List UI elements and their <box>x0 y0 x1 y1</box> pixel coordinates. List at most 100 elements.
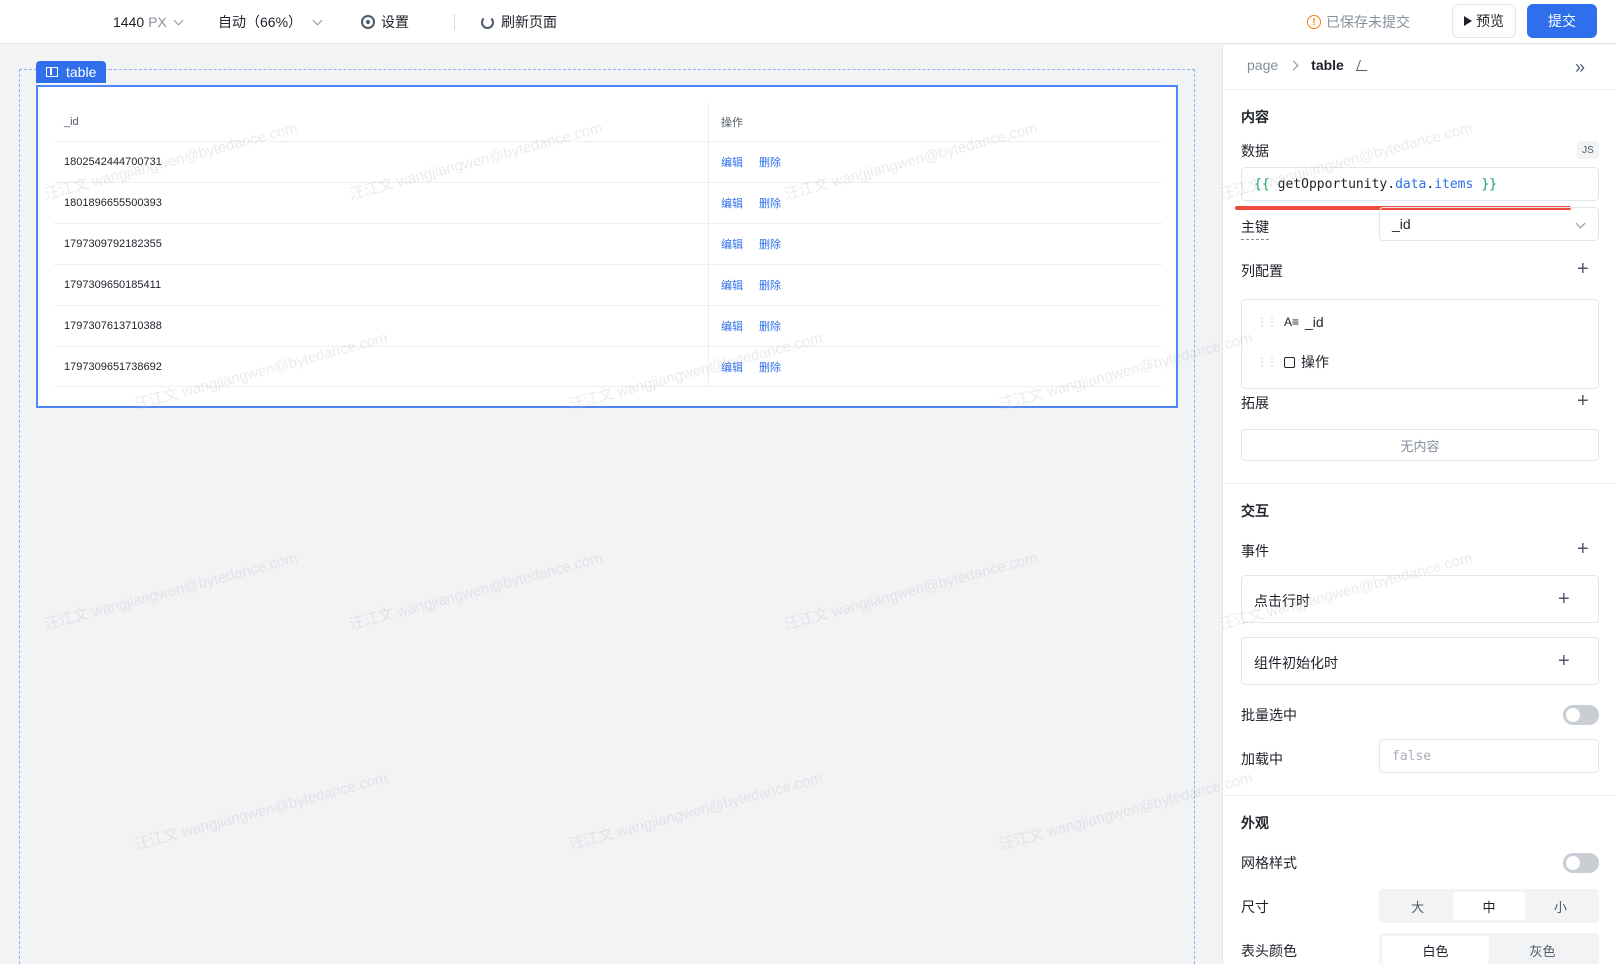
edit-link[interactable]: 编辑 <box>721 236 743 252</box>
id-cell: 1797309792182355 <box>54 224 709 264</box>
save-status-text: 已保存未提交 <box>1326 14 1410 30</box>
canvas-width-select[interactable]: 1440 PX <box>113 10 184 34</box>
actions-cell: 编辑 删除 <box>709 224 1162 264</box>
data-table: _id 操作 1802542444700731 编辑 删除 1801896655… <box>54 103 1162 387</box>
breadcrumb-page[interactable]: page <box>1247 57 1278 73</box>
canvas-width-unit: PX <box>148 14 167 30</box>
delete-link[interactable]: 删除 <box>759 236 781 252</box>
primary-key-select[interactable]: _id <box>1379 207 1599 241</box>
delete-link[interactable]: 删除 <box>759 277 781 293</box>
edit-link[interactable]: 编辑 <box>721 154 743 170</box>
refresh-page-button[interactable]: 刷新页面 <box>481 10 557 34</box>
toolbar-divider <box>454 14 455 30</box>
edit-icon[interactable] <box>1355 59 1371 71</box>
breadcrumb: page table <box>1247 57 1371 73</box>
expr-prop-data: data <box>1395 176 1427 192</box>
content-section-title: 内容 <box>1241 109 1269 125</box>
chevron-down-icon <box>1575 218 1586 229</box>
table-row[interactable]: 1802542444700731 编辑 删除 <box>54 141 1162 182</box>
settings-label: 设置 <box>381 14 409 30</box>
size-option-small[interactable]: 小 <box>1525 892 1596 920</box>
gear-icon <box>361 15 375 29</box>
selected-component-tag[interactable]: table <box>36 61 107 83</box>
edit-link[interactable]: 编辑 <box>721 359 743 375</box>
canvas-width-value: 1440 <box>113 14 145 30</box>
id-cell: 1797309650185411 <box>54 265 709 305</box>
edit-link[interactable]: 编辑 <box>721 195 743 211</box>
expr-dot: . <box>1426 176 1435 192</box>
delete-link[interactable]: 删除 <box>759 195 781 211</box>
data-expression-input[interactable]: {{ getOpportunity. data . items }} <box>1241 167 1599 201</box>
size-segmented: 大 中 小 <box>1379 889 1599 923</box>
table-component[interactable]: _id 操作 1802542444700731 编辑 删除 1801896655… <box>36 85 1178 408</box>
header-color-white[interactable]: 白色 <box>1382 936 1489 964</box>
event-row-click[interactable]: 点击行时 + <box>1241 575 1599 623</box>
data-label: 数据 <box>1241 143 1269 159</box>
chevron-right-icon <box>1288 60 1299 70</box>
actions-cell: 编辑 删除 <box>709 183 1162 223</box>
table-row[interactable]: 1797307613710388 编辑 删除 <box>54 305 1162 346</box>
size-option-medium[interactable]: 中 <box>1453 892 1525 920</box>
property-panel: page table » 内容 数据 JS {{ getOpportunity.… <box>1222 45 1616 964</box>
add-action-icon[interactable]: + <box>1558 651 1570 671</box>
component-tag-label: table <box>66 64 97 80</box>
breadcrumb-current: table <box>1311 57 1344 73</box>
js-mode-toggle[interactable]: JS <box>1577 141 1599 159</box>
settings-button[interactable]: 设置 <box>361 10 409 34</box>
edit-link[interactable]: 编辑 <box>721 277 743 293</box>
batch-select-label: 批量选中 <box>1241 707 1297 723</box>
expr-open-brace: {{ <box>1254 176 1270 192</box>
column-header-id: _id <box>54 103 709 141</box>
add-event-icon[interactable]: + <box>1577 539 1589 559</box>
table-row[interactable]: 1797309651738692 编辑 删除 <box>54 346 1162 387</box>
extension-empty: 无内容 <box>1241 429 1599 461</box>
batch-select-toggle[interactable] <box>1563 705 1599 725</box>
actions-cell: 编辑 删除 <box>709 265 1162 305</box>
expr-prop-items: items <box>1434 176 1474 192</box>
id-cell: 1801896655500393 <box>54 183 709 223</box>
submit-button[interactable]: 提交 <box>1527 4 1597 38</box>
editor-canvas: table _id 操作 1802542444700731 编辑 删除 1801… <box>0 45 1222 964</box>
action-column-icon <box>1284 356 1295 368</box>
actions-cell: 编辑 删除 <box>709 142 1162 182</box>
column-item[interactable]: ⋮⋮ 操作 <box>1256 352 1329 372</box>
size-option-large[interactable]: 大 <box>1382 892 1453 920</box>
preview-label: 预览 <box>1476 13 1504 29</box>
loading-input[interactable]: false <box>1379 739 1599 773</box>
refresh-label: 刷新页面 <box>501 14 557 30</box>
column-header-actions: 操作 <box>721 117 743 129</box>
appearance-section-title: 外观 <box>1241 815 1269 831</box>
interaction-section-title: 交互 <box>1241 503 1269 519</box>
edit-link[interactable]: 编辑 <box>721 318 743 334</box>
event-init[interactable]: 组件初始化时 + <box>1241 637 1599 685</box>
column-item[interactable]: ⋮⋮ A≡ _id <box>1256 314 1324 330</box>
table-row[interactable]: 1797309792182355 编辑 删除 <box>54 223 1162 264</box>
collapse-panel-icon[interactable]: » <box>1575 57 1585 78</box>
add-column-icon[interactable]: + <box>1577 259 1589 279</box>
header-color-segmented: 白色 灰色 <box>1379 933 1599 964</box>
delete-link[interactable]: 删除 <box>759 359 781 375</box>
zoom-select[interactable]: 自动（66%） <box>218 10 323 34</box>
header-color-gray[interactable]: 灰色 <box>1489 936 1596 964</box>
actions-cell: 编辑 删除 <box>709 347 1162 386</box>
expr-function: getOpportunity. <box>1277 176 1396 192</box>
delete-link[interactable]: 删除 <box>759 154 781 170</box>
panel-divider <box>1223 89 1616 90</box>
table-row[interactable]: 1797309650185411 编辑 删除 <box>54 264 1162 305</box>
event-label: 组件初始化时 <box>1254 655 1338 671</box>
warning-icon: ! <box>1307 15 1321 29</box>
delete-link[interactable]: 删除 <box>759 318 781 334</box>
drag-handle-icon[interactable]: ⋮⋮ <box>1256 355 1278 369</box>
event-label: 点击行时 <box>1254 593 1310 609</box>
add-extension-icon[interactable]: + <box>1577 391 1589 411</box>
grid-style-toggle[interactable] <box>1563 853 1599 873</box>
extension-label: 拓展 <box>1241 395 1269 411</box>
drag-handle-icon[interactable]: ⋮⋮ <box>1256 315 1278 329</box>
table-icon <box>46 67 58 77</box>
primary-key-label: 主键 <box>1241 217 1269 240</box>
preview-button[interactable]: 预览 <box>1452 4 1516 38</box>
add-action-icon[interactable]: + <box>1558 589 1570 609</box>
table-row[interactable]: 1801896655500393 编辑 删除 <box>54 182 1162 223</box>
grid-style-label: 网格样式 <box>1241 855 1297 871</box>
play-icon <box>1464 16 1472 26</box>
